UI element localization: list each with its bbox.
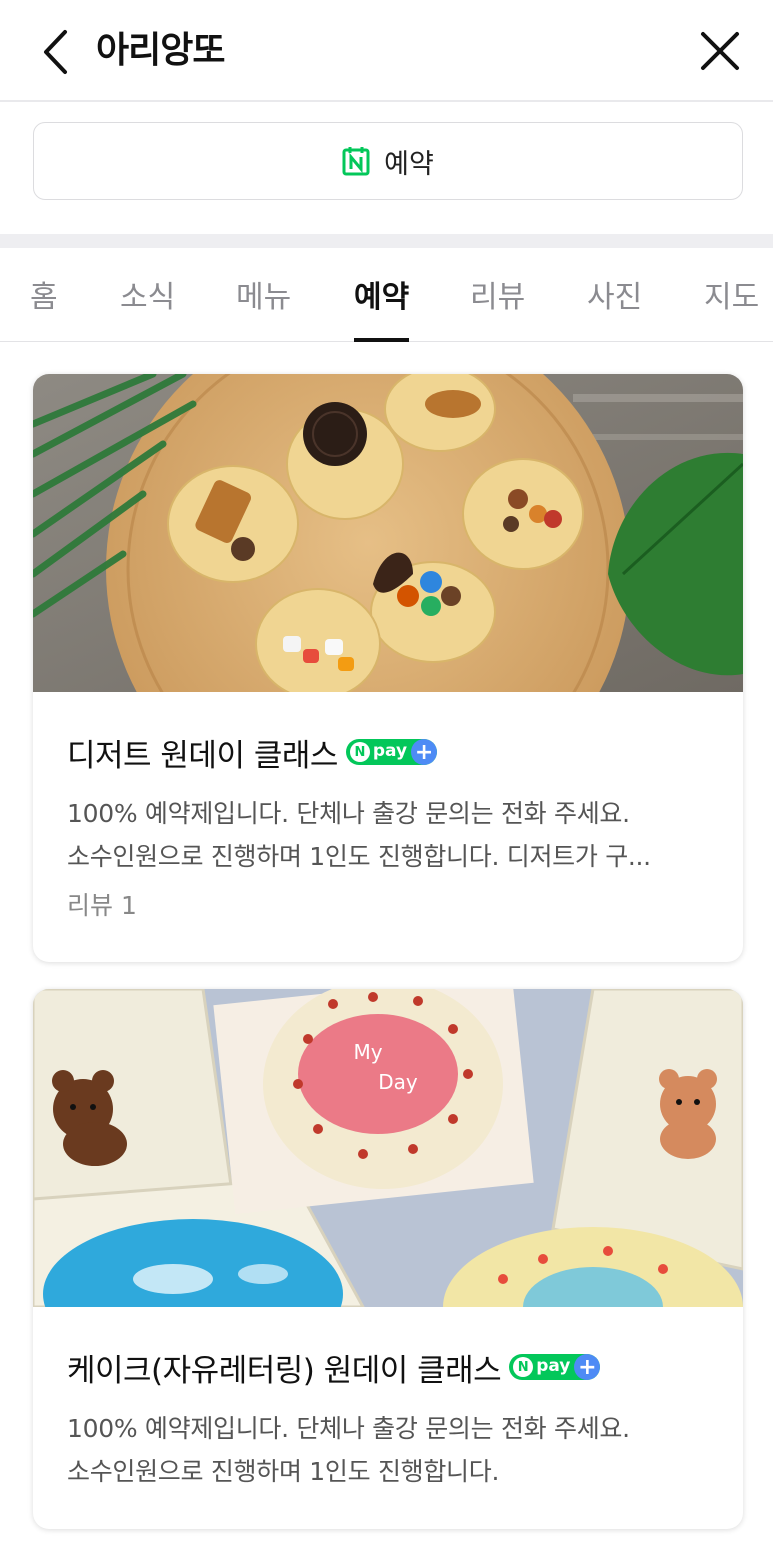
tab-photos[interactable]: 사진 <box>587 272 642 342</box>
card-description-line: 소수인원으로 진행하며 1인도 진행합니다. 디저트가 구... <box>67 842 651 871</box>
naver-n-icon: N <box>513 1357 534 1377</box>
reservation-section: 예약 <box>0 102 773 234</box>
class-card[interactable]: My Day 케이크(자유레터링) 원데이 클래스 N pay + 100% 예… <box>33 989 743 1529</box>
card-title: 디저트 원데이 클래스 <box>67 737 338 774</box>
tab-menu[interactable]: 메뉴 <box>236 272 291 342</box>
cookies-photo <box>33 374 743 692</box>
npay-badge: N pay + <box>509 1354 601 1380</box>
tab-bar: 홈 소식 메뉴 예약 리뷰 사진 지도 <box>0 248 773 342</box>
card-description-line: 100% 예약제입니다. 단체나 출강 문의는 전화 주세요. <box>67 1414 630 1443</box>
close-button[interactable] <box>693 24 747 78</box>
tab-reservation-label: 예약 <box>354 280 410 315</box>
naver-n-icon: N <box>349 742 370 762</box>
card-body: 케이크(자유레터링) 원데이 클래스 N pay + 100% 예약제입니다. … <box>33 1307 743 1493</box>
tab-reviews[interactable]: 리뷰 <box>470 272 525 342</box>
close-icon <box>701 32 739 70</box>
tab-reservation[interactable]: 예약 <box>354 272 410 342</box>
chevron-left-icon <box>44 30 67 74</box>
cake-text-day: Day <box>378 1070 418 1094</box>
tab-news[interactable]: 소식 <box>120 272 175 342</box>
npay-badge-text: pay <box>372 741 408 761</box>
card-description: 100% 예약제입니다. 단체나 출강 문의는 전화 주세요. 소수인원으로 진… <box>67 1407 709 1493</box>
card-title-row: 케이크(자유레터링) 원데이 클래스 N pay + <box>67 1345 709 1389</box>
review-count: 리뷰 1 <box>67 891 137 920</box>
cakes-photo: My Day <box>33 989 743 1307</box>
plus-icon: + <box>574 1354 601 1380</box>
card-body: 디저트 원데이 클래스 N pay + 100% 예약제입니다. 단체나 출강 … <box>33 692 743 922</box>
card-description-line: 소수인원으로 진행하며 1인도 진행합니다. <box>67 1457 500 1486</box>
top-bar: 아리앙또 <box>0 0 773 102</box>
naver-calendar-icon <box>342 147 370 176</box>
class-card[interactable]: 디저트 원데이 클래스 N pay + 100% 예약제입니다. 단체나 출강 … <box>33 374 743 962</box>
active-tab-indicator <box>354 338 410 342</box>
card-description-line: 100% 예약제입니다. 단체나 출강 문의는 전화 주세요. <box>67 799 630 828</box>
npay-badge-text: pay <box>536 1356 571 1376</box>
card-description: 100% 예약제입니다. 단체나 출강 문의는 전화 주세요. 소수인원으로 진… <box>67 792 709 878</box>
reservation-button[interactable]: 예약 <box>33 122 743 200</box>
section-divider <box>0 234 773 248</box>
npay-badge: N pay + <box>345 739 438 765</box>
reservation-button-label: 예약 <box>384 148 434 180</box>
tab-home[interactable]: 홈 <box>30 272 58 342</box>
plus-icon: + <box>411 739 438 765</box>
page-title: 아리앙또 <box>96 30 225 71</box>
cake-text-my: My <box>353 1040 382 1064</box>
back-button[interactable] <box>30 22 80 82</box>
card-title: 케이크(자유레터링) 원데이 클래스 <box>67 1352 502 1389</box>
tab-map[interactable]: 지도 <box>704 272 759 342</box>
card-title-row: 디저트 원데이 클래스 N pay + <box>67 730 709 774</box>
